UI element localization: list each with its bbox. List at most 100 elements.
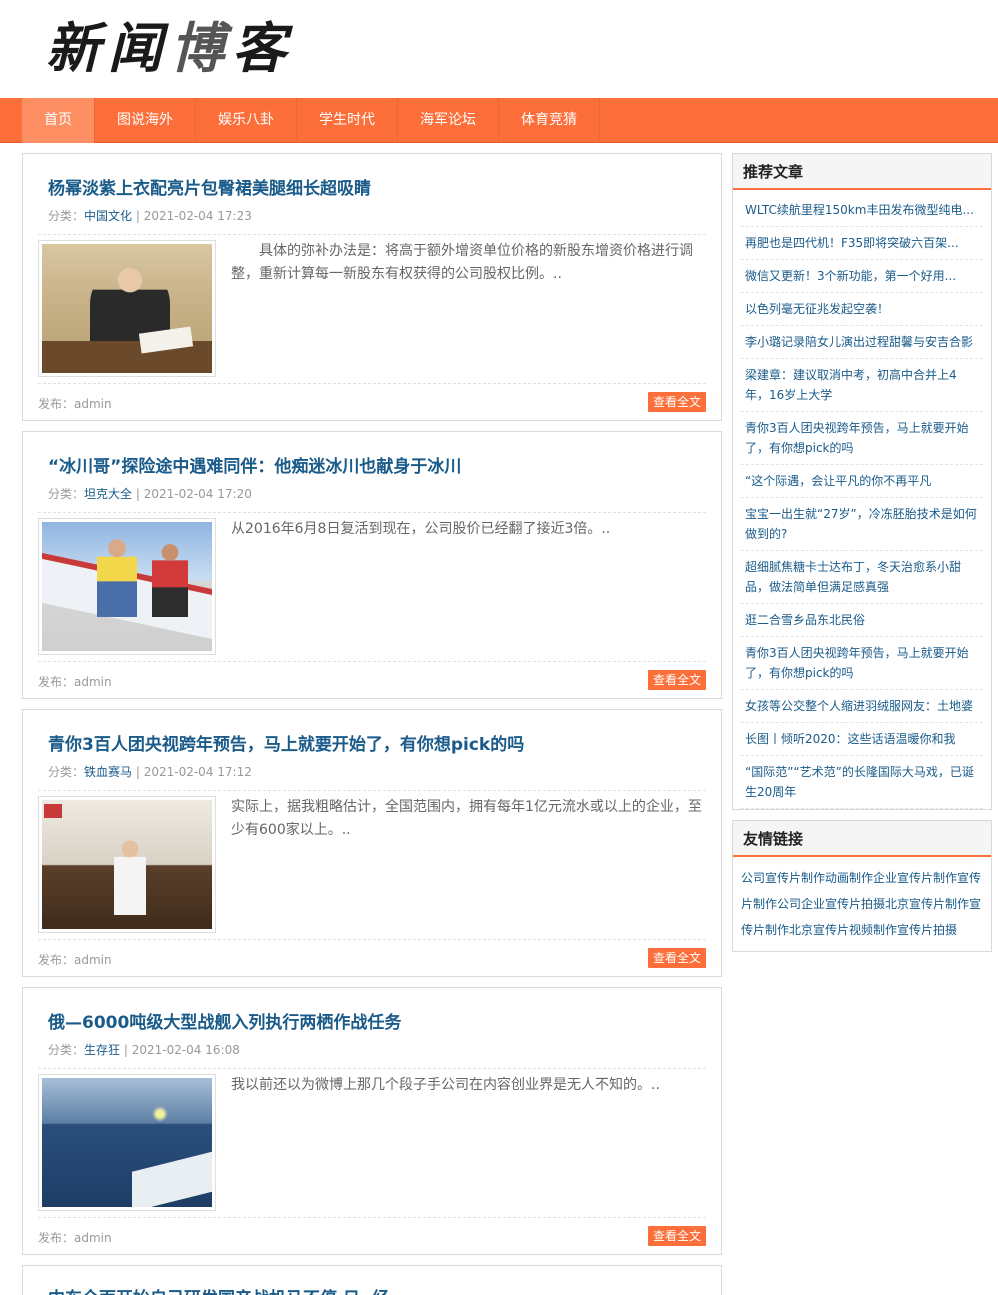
- post-card: 中东全面开始自己研发国产战机马不停 日. 经: [22, 1265, 722, 1295]
- post-category-link[interactable]: 铁血赛马: [84, 765, 132, 779]
- post-author: 发布：admin: [38, 951, 112, 968]
- nav-item-sports[interactable]: 体育竞猜: [499, 98, 600, 143]
- divider: [38, 1217, 706, 1218]
- friend-link[interactable]: 公司宣传片制作: [741, 871, 825, 885]
- post-category-link[interactable]: 坦克大全: [84, 487, 132, 501]
- recommended-item[interactable]: 宝宝一出生就“27岁”，冷冻胚胎技术是如何做到的?: [741, 498, 983, 551]
- divider: [38, 939, 706, 940]
- friend-link[interactable]: 北京宣传片: [789, 923, 849, 937]
- read-more-button[interactable]: 查看全文: [647, 948, 706, 968]
- author-label: 发布：: [38, 397, 75, 411]
- friend-links-list: 公司宣传片制作动画制作企业宣传片制作宣传片制作公司企业宣传片拍摄北京宣传片制作宣…: [733, 857, 991, 951]
- news-photo-icon: [42, 800, 212, 929]
- divider: [38, 661, 706, 662]
- logo-char: 博: [170, 16, 232, 80]
- friend-links-title: 友情链接: [733, 821, 991, 857]
- friend-link[interactable]: 动画制作: [825, 871, 873, 885]
- post-date: 2021-02-04 17:23: [143, 209, 252, 223]
- nav-item-entertainment[interactable]: 娱乐八卦: [196, 98, 297, 143]
- post-card: 杨幂淡紫上衣配亮片包臀裙美腿细长超吸睛 分类：中国文化 | 2021-02-04…: [22, 153, 722, 421]
- post-card: 俄—6000吨级大型战舰入列执行两栖作战任务 分类：生存狂 | 2021-02-…: [22, 987, 722, 1255]
- recommended-item[interactable]: 李小璐记录陪女儿演出过程甜馨与安吉合影: [741, 326, 983, 359]
- meta-separator: |: [132, 209, 144, 223]
- recommended-item[interactable]: WLTC续航里程150km丰田发布微型纯电...: [741, 194, 983, 227]
- author-label: 发布：: [38, 953, 75, 967]
- read-more-button[interactable]: 查看全文: [647, 670, 706, 690]
- divider: [38, 790, 706, 791]
- post-meta: 分类：中国文化 | 2021-02-04 17:23: [48, 207, 252, 224]
- recommended-item[interactable]: 以色列毫无征兆发起空袭！: [741, 293, 983, 326]
- post-summary: 从2016年6月8日复活到现在，公司股价已经翻了接近3倍。..: [231, 521, 611, 537]
- post-summary: 实际上，据我粗略估计，全国范围内，拥有每年1亿元流水或以上的企业，至少有600家…: [231, 799, 702, 838]
- category-label: 分类：: [48, 209, 85, 223]
- post-title[interactable]: “冰川哥”探险途中遇难同伴：他痴迷冰川也献身于冰川: [48, 452, 461, 477]
- post-title[interactable]: 俄—6000吨级大型战舰入列执行两栖作战任务: [48, 1008, 401, 1033]
- logo-char: 客: [232, 16, 294, 80]
- post-summary: 我以前还以为微博上那几个段子手公司在内容创业界是无人不知的。..: [231, 1077, 660, 1093]
- news-photo-icon: [42, 244, 212, 373]
- post-title[interactable]: 青你3百人团央视跨年预告，马上就要开始了，有你想pick的吗: [48, 730, 524, 755]
- recommended-item[interactable]: 逛二合雪乡品东北民俗: [741, 604, 983, 637]
- author-label: 发布：: [38, 1231, 75, 1245]
- meta-separator: |: [120, 1043, 132, 1057]
- post-card: 青你3百人团央视跨年预告，马上就要开始了，有你想pick的吗 分类：铁血赛马 |…: [22, 709, 722, 977]
- logo-char: 闻: [108, 16, 170, 80]
- post-meta: 分类：铁血赛马 | 2021-02-04 17:12: [48, 763, 252, 780]
- post-category-link[interactable]: 中国文化: [84, 209, 132, 223]
- friend-link[interactable]: 公司企业宣传片拍摄: [777, 897, 885, 911]
- recommended-item[interactable]: 再肥也是四代机！F35即将突破六百架...: [741, 227, 983, 260]
- divider: [38, 383, 706, 384]
- meta-separator: |: [132, 765, 144, 779]
- news-photo-icon: [42, 1078, 212, 1207]
- main-nav: 首页 图说海外 娱乐八卦 学生时代 海军论坛 体育竞猜: [0, 98, 998, 143]
- recommended-item[interactable]: “这个际遇，会让平凡的你不再平凡: [741, 465, 983, 498]
- recommended-item[interactable]: 长图丨倾听2020：这些话语温暖你和我: [741, 723, 983, 756]
- recommended-item[interactable]: 青你3百人团央视跨年预告，马上就要开始了，有你想pick的吗: [741, 637, 983, 690]
- site-logo[interactable]: 新闻博客: [46, 14, 294, 82]
- post-category-link[interactable]: 生存狂: [84, 1043, 120, 1057]
- recommended-item[interactable]: 微信又更新！3个新功能，第一个好用...: [741, 260, 983, 293]
- post-date: 2021-02-04 16:08: [131, 1043, 240, 1057]
- logo-char: 新: [46, 16, 108, 80]
- post-author: 发布：admin: [38, 673, 112, 690]
- nav-item-student[interactable]: 学生时代: [297, 98, 398, 143]
- post-thumbnail[interactable]: [38, 796, 216, 933]
- friend-link[interactable]: 宣传片拍摄: [897, 923, 957, 937]
- recommended-item[interactable]: 梁建章：建议取消中考，初高中合并上4年，16岁上大学: [741, 359, 983, 412]
- nav-item-home[interactable]: 首页: [22, 98, 95, 143]
- divider: [38, 1068, 706, 1069]
- news-photo-icon: [42, 522, 212, 651]
- friend-link[interactable]: 视频制作: [849, 923, 897, 937]
- meta-separator: |: [132, 487, 144, 501]
- recommended-box: 推荐文章 WLTC续航里程150km丰田发布微型纯电... 再肥也是四代机！F3…: [732, 153, 992, 810]
- post-title[interactable]: 杨幂淡紫上衣配亮片包臀裙美腿细长超吸睛: [48, 174, 371, 199]
- recommended-item[interactable]: 超细腻焦糖卡士达布丁，冬天治愈系小甜品，做法简单但满足感真强: [741, 551, 983, 604]
- friend-link[interactable]: 北京宣传片制作: [885, 897, 969, 911]
- post-thumbnail[interactable]: [38, 518, 216, 655]
- post-date: 2021-02-04 17:20: [143, 487, 252, 501]
- category-label: 分类：: [48, 765, 85, 779]
- author-label: 发布：: [38, 675, 75, 689]
- recommended-item[interactable]: 青你3百人团央视跨年预告，马上就要开始了，有你想pick的吗: [741, 412, 983, 465]
- friend-links-box: 友情链接 公司宣传片制作动画制作企业宣传片制作宣传片制作公司企业宣传片拍摄北京宣…: [732, 820, 992, 952]
- post-meta: 分类：坦克大全 | 2021-02-04 17:20: [48, 485, 252, 502]
- author-name: admin: [74, 953, 112, 967]
- nav-item-overseas[interactable]: 图说海外: [95, 98, 196, 143]
- recommended-item[interactable]: 女孩等公交整个人缩进羽绒服网友：土地婆: [741, 690, 983, 723]
- nav-item-navy-forum[interactable]: 海军论坛: [398, 98, 499, 143]
- author-name: admin: [74, 397, 112, 411]
- category-label: 分类：: [48, 1043, 85, 1057]
- friend-link[interactable]: 企业宣传片制作: [873, 871, 957, 885]
- sidebar: 推荐文章 WLTC续航里程150km丰田发布微型纯电... 再肥也是四代机！F3…: [732, 153, 992, 962]
- author-name: admin: [74, 675, 112, 689]
- post-date: 2021-02-04 17:12: [143, 765, 252, 779]
- post-thumbnail[interactable]: [38, 240, 216, 377]
- recommended-item[interactable]: “国际范”“艺术范”的长隆国际大马戏，已诞生20周年: [741, 756, 983, 809]
- recommended-title: 推荐文章: [733, 154, 991, 190]
- post-list: 杨幂淡紫上衣配亮片包臀裙美腿细长超吸睛 分类：中国文化 | 2021-02-04…: [22, 153, 722, 1295]
- recommended-list: WLTC续航里程150km丰田发布微型纯电... 再肥也是四代机！F35即将突破…: [733, 190, 991, 809]
- read-more-button[interactable]: 查看全文: [647, 392, 706, 412]
- read-more-button[interactable]: 查看全文: [647, 1226, 706, 1246]
- post-thumbnail[interactable]: [38, 1074, 216, 1211]
- post-card: “冰川哥”探险途中遇难同伴：他痴迷冰川也献身于冰川 分类：坦克大全 | 2021…: [22, 431, 722, 699]
